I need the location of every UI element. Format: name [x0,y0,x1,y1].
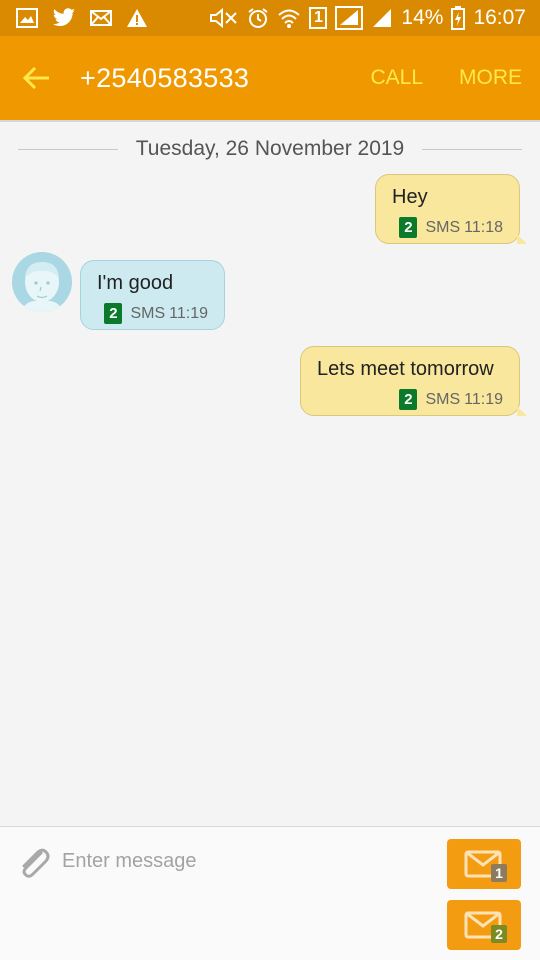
message-composer: 1 2 [0,826,540,960]
gallery-icon [16,8,38,28]
message-time: 11:18 [464,218,503,236]
message-text: I'm good [97,272,174,294]
message-bubble-sent[interactable]: Lets meet tomorrow 2 SMS 11:19 [300,346,527,416]
sim-badge: 2 [104,303,123,324]
more-button[interactable]: MORE [459,66,522,90]
message-bubble-received[interactable]: I'm good 2 SMS 11:19 [80,260,225,330]
battery-percentage: 14% [401,6,444,29]
warning-icon [126,8,148,28]
sim-badge: 2 [399,217,418,238]
divider-line [18,148,118,150]
message-meta: 2 SMS 11:19 [97,303,208,324]
divider-line [422,148,522,150]
sim-badge: 2 [491,925,507,943]
person-face-icon [22,262,62,312]
message-bubble-sent[interactable]: Hey 2 SMS 11:18 [375,174,527,244]
contact-number-title: +2540583533 [80,62,250,93]
date-divider: Tuesday, 26 November 2019 [18,134,522,164]
message-time: 11:19 [464,390,503,408]
contact-avatar[interactable] [12,252,72,312]
mute-icon [209,8,239,28]
paperclip-icon [22,848,50,878]
sim-slot-badge: 1 [309,7,328,29]
bubble-tail [517,234,527,244]
call-button[interactable]: CALL [370,66,423,90]
message-type: SMS [425,390,461,408]
mail-icon [90,10,112,26]
status-bar: 1 14% 16:07 [0,0,540,36]
message-input[interactable] [62,841,432,881]
message-meta: 2 SMS 11:18 [392,217,503,238]
notification-icons [16,8,148,28]
twitter-icon [52,8,76,28]
message-time: 11:19 [169,304,208,322]
back-arrow-icon [23,66,49,90]
signal-icon [371,7,393,29]
header-divider [0,120,540,122]
attach-button[interactable] [14,843,54,883]
signal-icon [335,6,364,30]
conversation-date: Tuesday, 26 November 2019 [135,137,405,160]
message-type: SMS [130,304,166,322]
message-meta: 2 SMS 11:19 [317,389,503,410]
sim-badge: 2 [399,389,418,410]
send-sim1-button[interactable]: 1 [447,839,521,889]
clock: 16:07 [473,6,526,29]
alarm-icon [247,7,269,29]
conversation-header: +2540583533 CALL MORE [0,36,540,120]
message-text: Lets meet tomorrow [317,358,494,380]
sim-badge: 1 [491,864,507,882]
message-type: SMS [425,218,461,236]
send-sim2-button[interactable]: 2 [447,900,521,950]
wifi-icon [277,7,301,29]
system-status-icons: 1 14% 16:07 [209,6,526,30]
bubble-tail [517,406,527,416]
back-button[interactable] [22,63,52,93]
battery-charging-icon [451,6,466,30]
message-text: Hey [392,186,428,208]
